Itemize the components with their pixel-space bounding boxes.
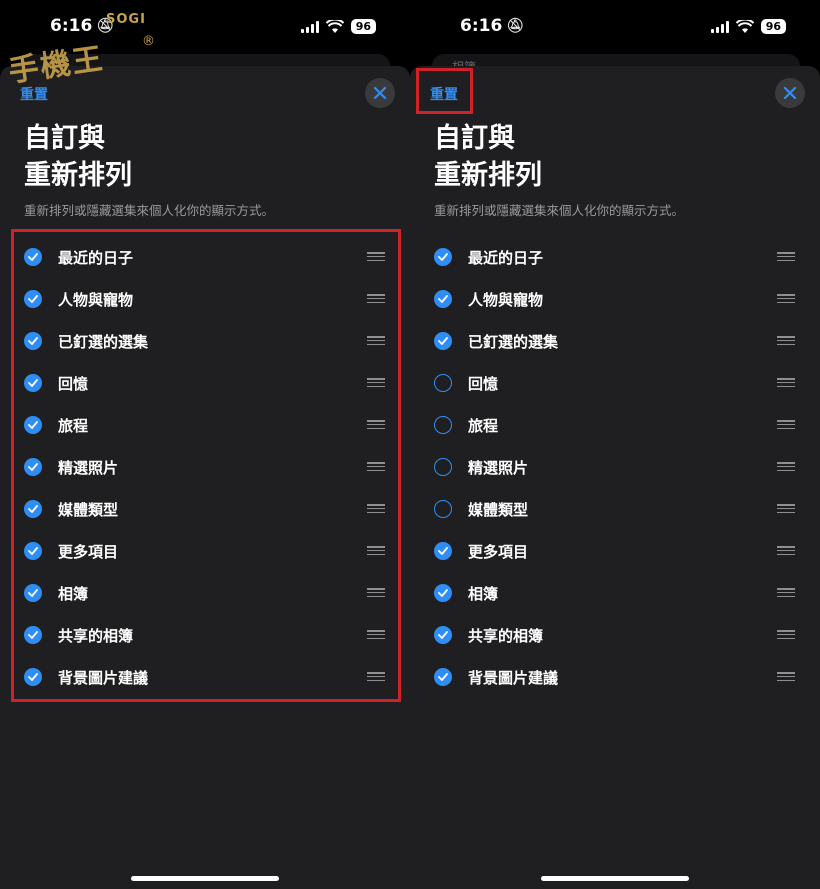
list-item-label: 相簿 — [468, 585, 499, 603]
list-item-label: 更多項目 — [468, 543, 529, 561]
status-time: 6:16 🔕︎ — [460, 16, 525, 36]
empty-circle-icon[interactable] — [434, 500, 452, 518]
checkmark-circle-icon[interactable] — [434, 248, 452, 266]
drag-handle-icon[interactable] — [777, 546, 795, 555]
collection-list: 最近的日子人物與寵物已釘選的選集 回憶旅程精選照片媒體類型更多項目相簿共享的相簿背… — [410, 236, 820, 698]
list-item[interactable]: 已釘選的選集 — [410, 320, 820, 362]
empty-circle-icon[interactable] — [434, 374, 452, 392]
drag-handle-icon[interactable] — [777, 630, 795, 639]
watermark-registered: ® — [142, 34, 155, 49]
list-item-label: 旅程 — [468, 417, 499, 435]
page-title: 自訂與 重新排列 — [434, 123, 542, 191]
list-item-label: 回憶 — [468, 375, 499, 393]
watermark-brand: SOGI — [106, 12, 146, 27]
home-indicator — [131, 876, 279, 881]
drag-handle-icon[interactable] — [777, 588, 795, 597]
highlight-box-reset-button — [416, 68, 473, 114]
customize-sheet: 重置 自訂與 重新排列 重新排列或隱藏選集來個人化你的顯示方式。 最近的日子 人物… — [410, 66, 820, 889]
list-item[interactable]: 旅程 — [410, 404, 820, 446]
list-item-label: 最近的日子 — [468, 249, 544, 267]
list-item[interactable]: 媒體類型 — [410, 488, 820, 530]
list-item[interactable]: 共享的相簿 — [410, 614, 820, 656]
status-bar: 6:16 🔕︎ 96 — [410, 0, 820, 56]
bell-slash-icon: 🔕︎ — [506, 18, 525, 34]
checkmark-circle-icon[interactable] — [434, 542, 452, 560]
cellular-signal-icon — [710, 20, 729, 33]
drag-handle-icon[interactable] — [777, 462, 795, 471]
drag-handle-icon[interactable] — [777, 378, 795, 387]
list-item[interactable]: 人物與寵物 — [410, 278, 820, 320]
highlight-box-collection-list — [11, 229, 401, 702]
close-icon — [373, 86, 387, 100]
list-item-label: 背景圖片建議 — [468, 669, 559, 687]
wifi-icon — [735, 20, 754, 33]
list-item[interactable]: 更多項目 — [410, 530, 820, 572]
list-item[interactable]: 回憶 — [410, 362, 820, 404]
phone-screen-right: 6:16 🔕︎ 96 相簿 重置 自訂與 重新排列 重新排列或隱藏選集來個人化你… — [410, 0, 820, 889]
checkmark-circle-icon[interactable] — [434, 332, 452, 350]
empty-circle-icon[interactable] — [434, 458, 452, 476]
drag-handle-icon[interactable] — [777, 252, 795, 261]
list-item-label: 人物與寵物 — [468, 291, 544, 309]
drag-handle-icon[interactable] — [777, 420, 795, 429]
list-item-label: 已釘選的選集 — [468, 333, 559, 351]
sogi-watermark-logo: SOGI ® 手機王 — [4, 8, 155, 98]
drag-handle-icon[interactable] — [777, 294, 795, 303]
status-icons: 96 — [710, 19, 786, 34]
close-icon — [783, 86, 797, 100]
battery-indicator: 96 — [350, 19, 376, 34]
watermark-glyphs: 手機王 — [6, 41, 107, 90]
checkmark-circle-icon[interactable] — [434, 626, 452, 644]
list-item[interactable]: 最近的日子 — [410, 236, 820, 278]
list-item[interactable]: 相簿 — [410, 572, 820, 614]
list-item-label: 媒體類型 — [468, 501, 529, 519]
list-item-label: 共享的相簿 — [468, 627, 544, 645]
page-title: 自訂與 重新排列 — [24, 123, 132, 191]
wifi-icon — [325, 20, 344, 33]
checkmark-circle-icon[interactable] — [434, 290, 452, 308]
page-subtitle: 重新排列或隱藏選集來個人化你的顯示方式。 — [24, 203, 275, 218]
empty-circle-icon[interactable] — [434, 416, 452, 434]
list-item[interactable]: 精選照片 — [410, 446, 820, 488]
list-item-label: 精選照片 — [468, 459, 529, 477]
home-indicator — [541, 876, 689, 881]
page-subtitle: 重新排列或隱藏選集來個人化你的顯示方式。 — [434, 203, 685, 218]
drag-handle-icon[interactable] — [777, 336, 795, 345]
drag-handle-icon[interactable] — [777, 672, 795, 681]
status-icons: 96 — [300, 19, 376, 34]
close-button[interactable] — [365, 78, 395, 108]
list-item[interactable]: 背景圖片建議 — [410, 656, 820, 698]
battery-indicator: 96 — [760, 19, 786, 34]
cellular-signal-icon — [300, 20, 319, 33]
drag-handle-icon[interactable] — [777, 504, 795, 513]
close-button[interactable] — [775, 78, 805, 108]
checkmark-circle-icon[interactable] — [434, 584, 452, 602]
checkmark-circle-icon[interactable] — [434, 668, 452, 686]
